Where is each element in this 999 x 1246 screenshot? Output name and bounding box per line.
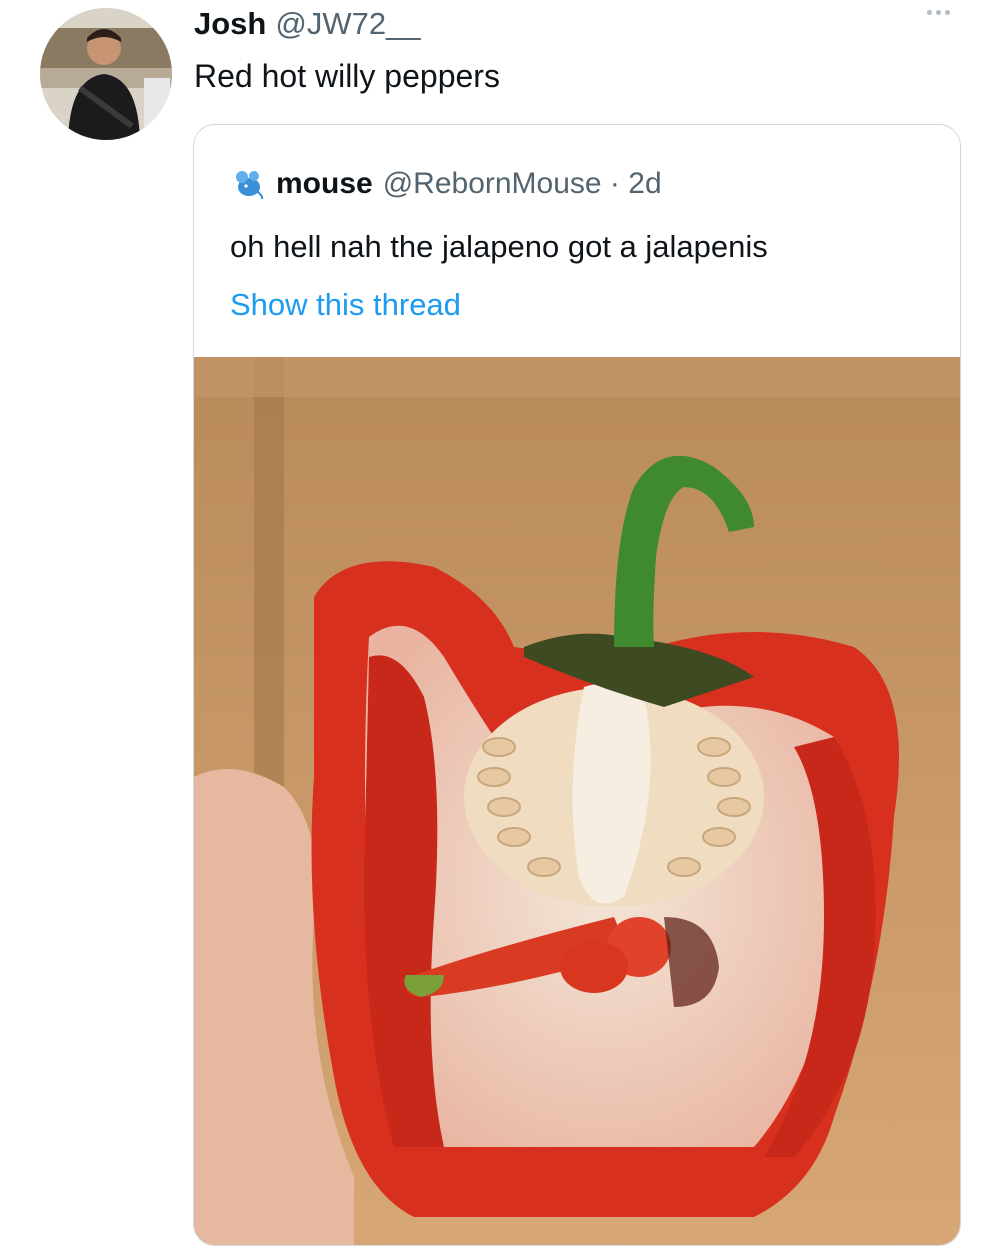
quoted-handle-time[interactable]: @RebornMouse · 2d [383, 167, 662, 201]
tweet-header: Josh @JW72__ [194, 6, 421, 46]
user-handle[interactable]: @JW72__ [275, 6, 420, 42]
dot [926, 10, 932, 15]
dot [935, 10, 941, 15]
avatar-photo [40, 8, 172, 140]
quoted-display-name[interactable]: mouse [276, 167, 373, 201]
avatar[interactable] [40, 8, 172, 140]
display-name[interactable]: Josh [194, 6, 266, 42]
more-options-icon[interactable] [918, 10, 958, 30]
tweet-text: Red hot willy peppers [194, 58, 500, 94]
quoted-tweet-photo[interactable] [194, 357, 960, 1246]
quoted-tweet-card[interactable]: mouse @RebornMouse · 2d oh hell nah the … [193, 124, 961, 1246]
dot [944, 10, 950, 15]
mouse-avatar-icon[interactable] [232, 167, 266, 201]
quoted-tweet-header: mouse @RebornMouse · 2d [232, 167, 662, 201]
show-thread-link[interactable]: Show this thread [230, 287, 461, 323]
quoted-tweet-text: oh hell nah the jalapeno got a jalapenis [230, 229, 768, 264]
